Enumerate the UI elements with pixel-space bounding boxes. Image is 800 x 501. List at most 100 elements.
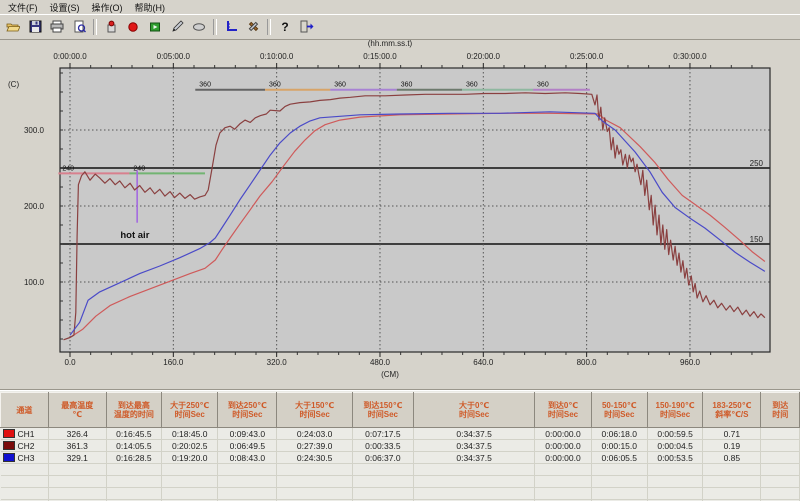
table-value-cell: 0:00:15.0	[591, 440, 647, 452]
results-table: 通道最高温度 ℃到达最高 温度的时间大于250℃ 时间Sec到达250℃ 时间S…	[0, 392, 800, 501]
table-value-cell: 0.71	[703, 428, 761, 440]
print-preview-icon[interactable]	[69, 17, 89, 37]
table-header-cell: 最高温度 ℃	[48, 393, 106, 428]
profile-chart-canvas: 300.0200.0100.02501500:00:00.00.00:05:00…	[0, 37, 800, 386]
table-empty-cell	[647, 464, 702, 476]
top-axis-tick-label: 0:05:00.0	[157, 52, 191, 61]
table-empty-row	[1, 488, 800, 500]
table-value-cell: 0:18:45.0	[162, 428, 218, 440]
threshold-label: 250	[750, 159, 764, 168]
zone-setpoint-label: 240	[62, 165, 74, 172]
table-header-cell: 到达250℃ 时间Sec	[218, 393, 277, 428]
table-value-cell: 0:06:49.5	[218, 440, 277, 452]
table-empty-cell	[277, 488, 353, 500]
record-icon[interactable]	[123, 17, 143, 37]
table-row[interactable]: CH3329.10:16:28.50:19:20.00:08:43.00:24:…	[1, 452, 800, 464]
table-empty-cell	[162, 476, 218, 488]
bottom-axis-tick-label: 800.0	[577, 358, 598, 367]
table-header-cell: 到达0℃ 时间Sec	[535, 393, 591, 428]
y-axis-title: (C)	[8, 80, 19, 89]
top-axis-tick-label: 0:20:00.0	[467, 52, 501, 61]
table-empty-cell	[48, 476, 106, 488]
channel-color-swatch	[3, 429, 15, 438]
table-empty-cell	[162, 464, 218, 476]
table-value-cell: 0:06:18.0	[591, 428, 647, 440]
menu-item-settings[interactable]: 设置(S)	[44, 0, 86, 15]
results-table-panel: 通道最高温度 ℃到达最高 温度的时间大于250℃ 时间Sec到达250℃ 时间S…	[0, 389, 800, 501]
table-value-cell: 0:00:59.5	[647, 428, 702, 440]
table-value-cell: 0:16:45.5	[106, 428, 161, 440]
table-empty-cell	[218, 488, 277, 500]
settings-tools-icon[interactable]	[243, 17, 263, 37]
help-icon[interactable]: ?	[275, 17, 295, 37]
save-icon[interactable]	[25, 17, 45, 37]
channel-cell: CH1	[1, 428, 49, 440]
menu-item-operate[interactable]: 操作(O)	[86, 0, 129, 15]
table-empty-cell	[413, 464, 535, 476]
top-axis-title: (hh.mm.ss.t)	[368, 39, 413, 48]
table-value-cell	[761, 452, 800, 464]
table-empty-cell	[703, 476, 761, 488]
table-value-cell: 0:19:20.0	[162, 452, 218, 464]
zone-setpoint-label: 360	[334, 82, 346, 89]
table-value-cell: 0:16:28.5	[106, 452, 161, 464]
table-empty-cell	[277, 476, 353, 488]
table-empty-cell	[535, 476, 591, 488]
start-sample-icon[interactable]	[101, 17, 121, 37]
table-empty-cell	[106, 464, 161, 476]
top-axis-tick-label: 0:30:00.0	[673, 52, 707, 61]
table-value-cell: 0:09:43.0	[218, 428, 277, 440]
table-empty-cell	[106, 476, 161, 488]
eraser-icon[interactable]	[189, 17, 209, 37]
bottom-axis-tick-label: 0.0	[64, 358, 76, 367]
table-value-cell: 0.19	[703, 440, 761, 452]
hot-air-annotation: hot air	[120, 230, 149, 241]
table-empty-cell	[761, 476, 800, 488]
top-axis-tick-label: 0:10:00.0	[260, 52, 294, 61]
channel-color-swatch	[3, 441, 15, 450]
table-header-cell: 50-150℃ 时间Sec	[591, 393, 647, 428]
top-axis-tick-label: 0:25:00.0	[570, 52, 604, 61]
table-empty-cell	[218, 476, 277, 488]
top-axis-tick-label: 0:00:00.0	[53, 52, 87, 61]
menu-bar: 文件(F)设置(S)操作(O)帮助(H)	[0, 0, 800, 14]
channel-name: CH1	[18, 429, 35, 439]
table-empty-cell	[1, 488, 49, 500]
zone-setpoint-label: 240	[133, 165, 145, 172]
y-axis-label: 100.0	[24, 278, 45, 287]
print-icon[interactable]	[47, 17, 67, 37]
table-header-cell: 183-250℃ 斜率℃/S	[703, 393, 761, 428]
table-value-cell: 0:00:04.5	[647, 440, 702, 452]
table-empty-cell	[647, 488, 702, 500]
menu-item-file[interactable]: 文件(F)	[2, 0, 44, 15]
profile-chart: 300.0200.0100.02501500:00:00.00.00:05:00…	[0, 37, 800, 386]
table-value-cell: 0:00:53.5	[647, 452, 702, 464]
table-empty-cell	[352, 476, 413, 488]
table-empty-cell	[48, 464, 106, 476]
plot-area	[60, 68, 770, 352]
table-empty-cell	[352, 488, 413, 500]
table-value-cell: 0:08:43.0	[218, 452, 277, 464]
exit-icon[interactable]	[297, 17, 317, 37]
channel-color-swatch	[3, 453, 15, 462]
menu-item-help[interactable]: 帮助(H)	[129, 0, 172, 15]
open-folder-icon[interactable]	[3, 17, 23, 37]
pen-icon[interactable]	[167, 17, 187, 37]
table-value-cell: 0:24:03.0	[277, 428, 353, 440]
bottom-axis-tick-label: 320.0	[267, 358, 288, 367]
zone-setpoint-label: 360	[466, 82, 478, 89]
table-header-cell: 大于150℃ 时间Sec	[277, 393, 353, 428]
chart-axes-icon[interactable]	[221, 17, 241, 37]
top-axis-tick-label: 0:15:00.0	[363, 52, 397, 61]
table-header-cell: 到达150℃ 时间Sec	[352, 393, 413, 428]
table-empty-cell	[413, 488, 535, 500]
table-empty-cell	[218, 464, 277, 476]
play-icon[interactable]	[145, 17, 165, 37]
zone-setpoint-label: 360	[269, 82, 281, 89]
table-empty-cell	[1, 476, 49, 488]
table-empty-cell	[591, 476, 647, 488]
table-row[interactable]: CH1326.40:16:45.50:18:45.00:09:43.00:24:…	[1, 428, 800, 440]
table-row[interactable]: CH2361.30:14:05.50:20:02.50:06:49.50:27:…	[1, 440, 800, 452]
bottom-axis-tick-label: 960.0	[680, 358, 701, 367]
bottom-axis-title: (CM)	[381, 370, 399, 379]
